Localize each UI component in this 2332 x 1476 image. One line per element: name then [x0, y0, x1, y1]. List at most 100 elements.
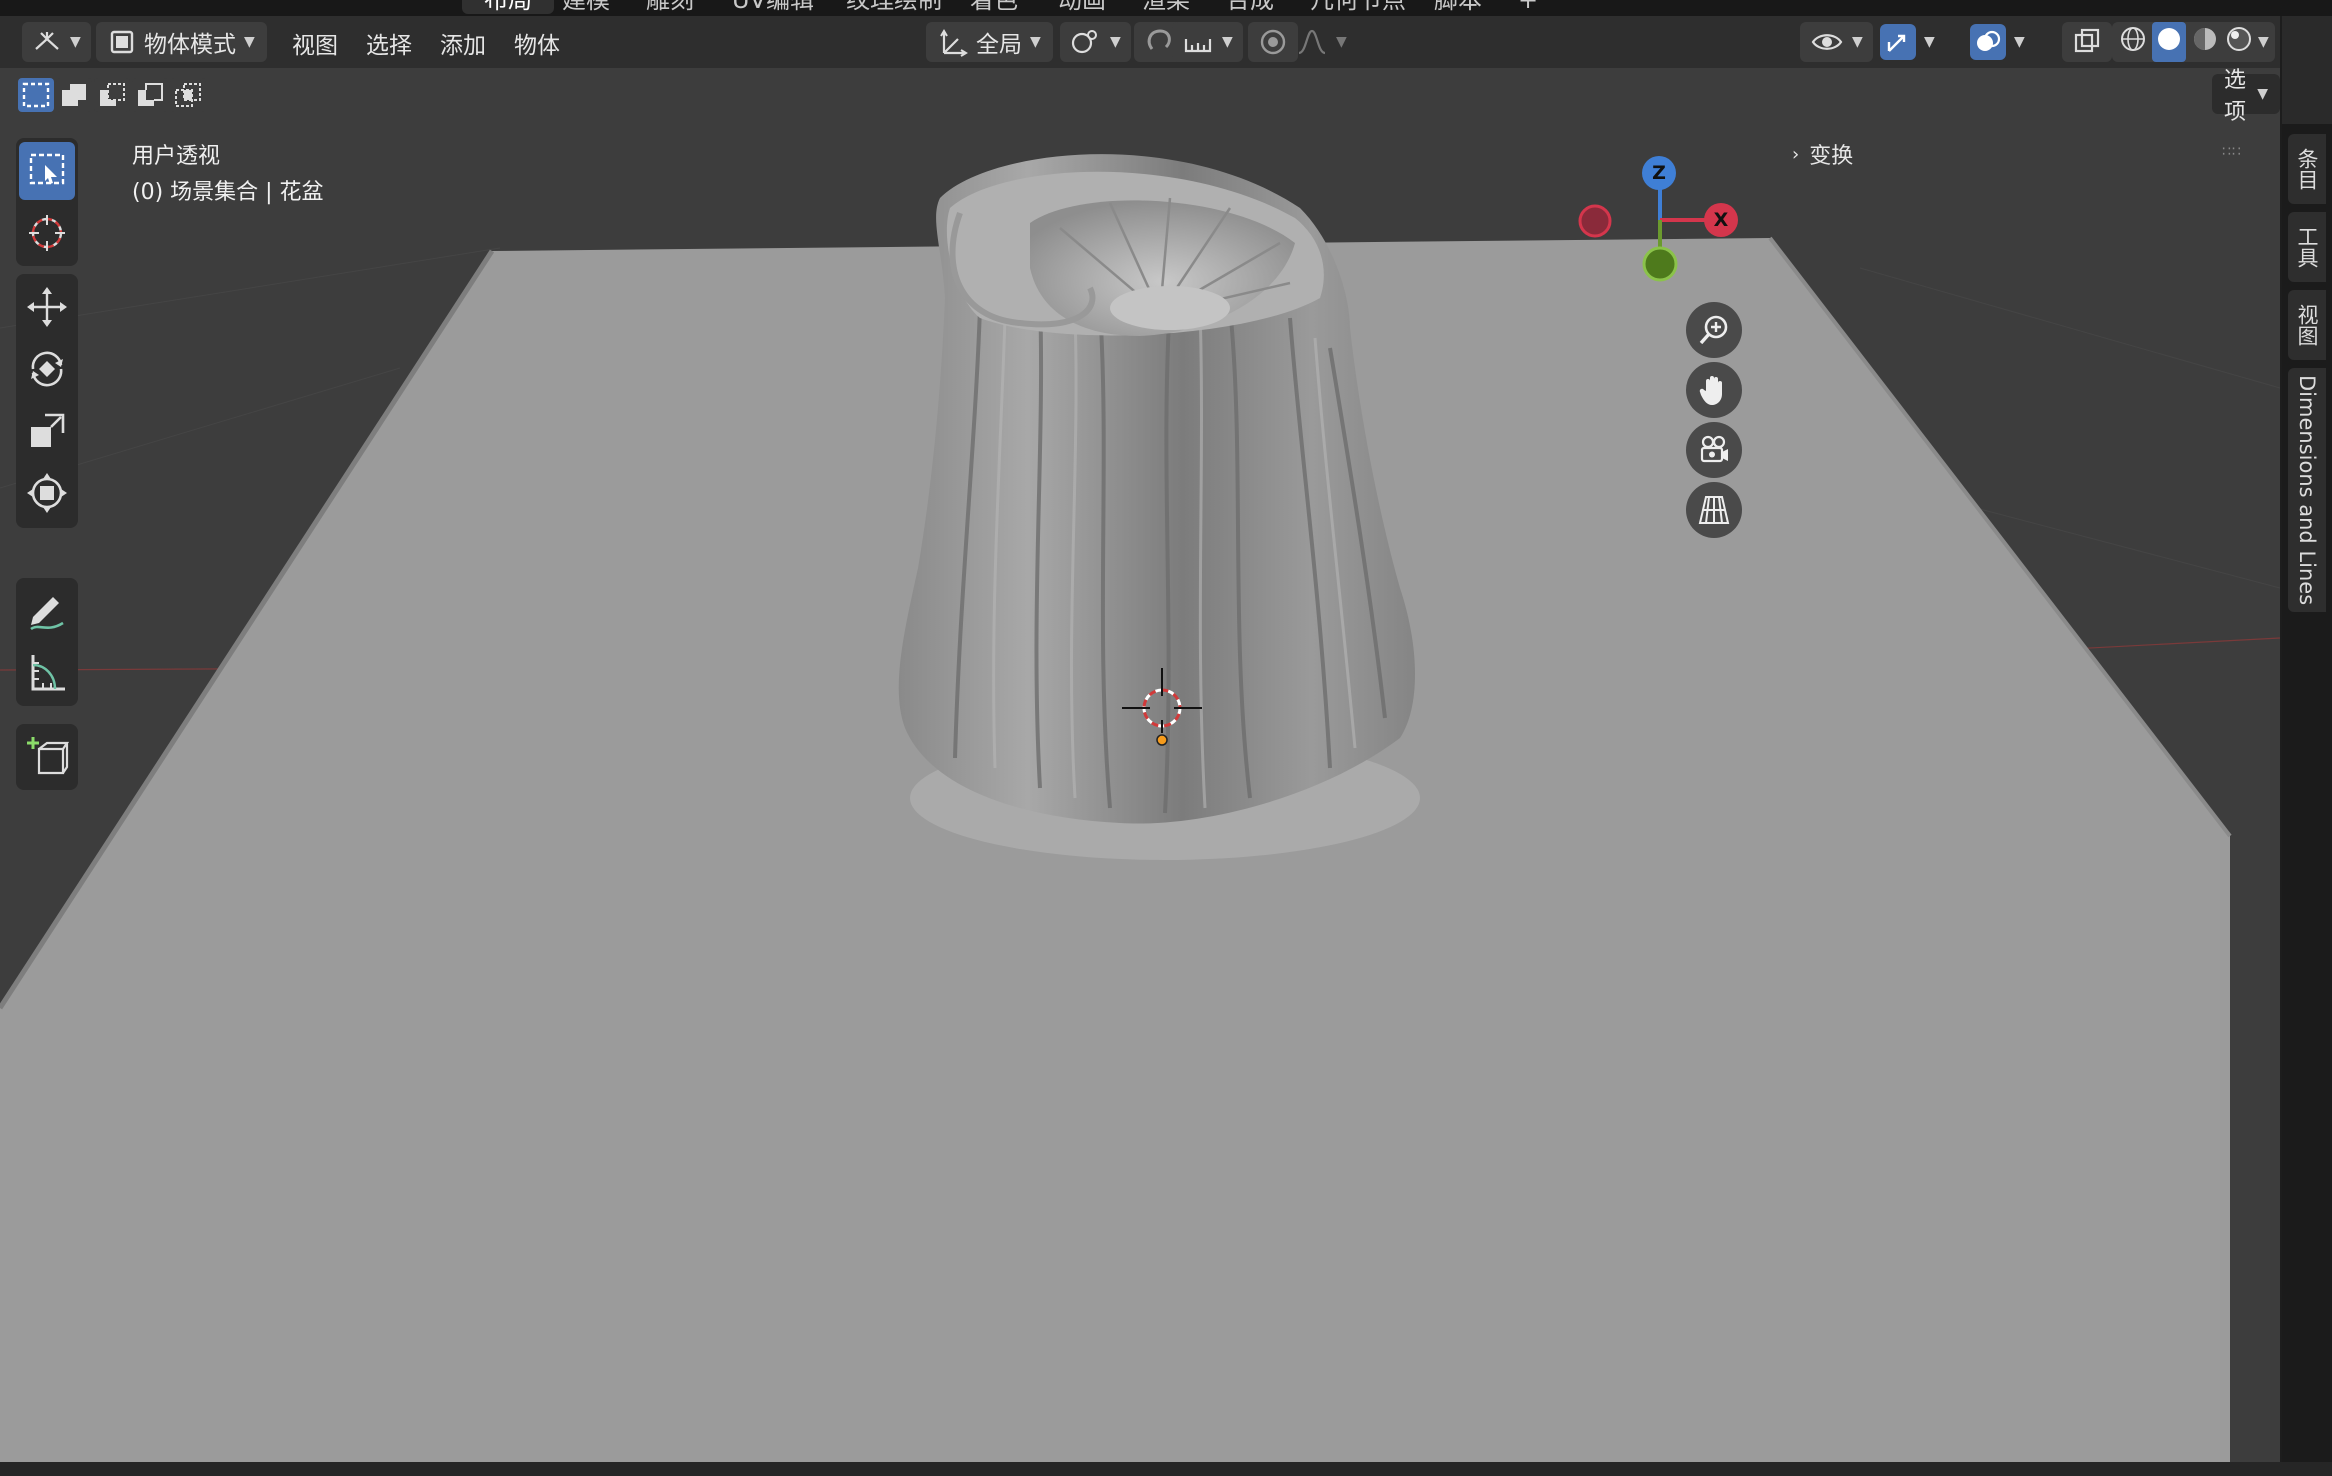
chevron-down-icon: ▼ [244, 34, 255, 50]
falloff-curve-icon [1298, 29, 1326, 55]
mode-dropdown[interactable]: 物体模式 ▼ [96, 22, 267, 62]
tab-animation[interactable]: 动画 [1036, 0, 1128, 14]
tool-rotate[interactable] [19, 340, 75, 398]
tab-rendering[interactable]: 渲染 [1120, 0, 1212, 14]
tool-measure[interactable] [19, 644, 75, 702]
workspace-tabs: 布局 建模 雕刻 UV编辑 纹理绘制 着色 动画 渲染 合成 几何节点 脚本 + [0, 0, 2332, 16]
tool-add-cube[interactable] [19, 728, 75, 786]
xray-toggle[interactable] [2062, 22, 2112, 62]
tool-scale[interactable] [19, 402, 75, 460]
tab-texture-paint[interactable]: 纹理绘制 [824, 0, 964, 14]
snap-target-dropdown[interactable]: ▼ [1172, 22, 1243, 62]
chevron-down-icon: ▼ [2014, 34, 2025, 50]
tab-geometry-nodes[interactable]: 几何节点 [1288, 0, 1428, 14]
zoom-button[interactable] [1686, 302, 1742, 358]
tab-sculpting[interactable]: 雕刻 [624, 0, 716, 14]
gizmo-x-axis[interactable]: X [1704, 203, 1738, 237]
drag-handle-icon[interactable]: ∷∷ [2222, 144, 2242, 160]
viewport-header: ▼ 物体模式 ▼ 视图 选择 添加 物体 全局 ▼ ▼ ▼ ▼ ▼ ▼ ▼ ▼ [0, 16, 2280, 68]
orientation-dropdown[interactable]: 全局 ▼ [926, 22, 1053, 62]
transform-orientation-icon [940, 29, 968, 57]
falloff-dropdown[interactable]: ▼ [1290, 22, 1353, 62]
chevron-down-icon: ▼ [1336, 34, 1347, 50]
tool-transform[interactable] [19, 464, 75, 522]
material-shading-icon[interactable] [2190, 24, 2220, 60]
select-intersect-icon [175, 83, 201, 107]
editor-type-button[interactable]: ▼ [22, 22, 91, 62]
transform-panel-header[interactable]: › 变换 [1792, 138, 1853, 170]
select-box-icon [22, 82, 50, 108]
select-new-mode[interactable] [18, 78, 54, 112]
toolbar-annotate-group [16, 578, 78, 706]
tab-modeling[interactable]: 建模 [540, 0, 632, 14]
select-intersect-mode[interactable] [170, 78, 206, 112]
gizmo-z-axis[interactable]: Z [1642, 156, 1676, 190]
pivot-dropdown[interactable]: ▼ [1060, 22, 1131, 62]
zoom-icon [1699, 315, 1728, 345]
overlays-icon [1970, 24, 2006, 60]
menu-view[interactable]: 视图 [292, 26, 338, 60]
visibility-dropdown[interactable]: ▼ [1800, 22, 1873, 62]
chevron-down-icon: ▼ [1852, 34, 1863, 50]
chevron-down-icon: ▼ [1222, 34, 1233, 50]
scene-render [0, 154, 2280, 1462]
menu-select[interactable]: 选择 [366, 26, 412, 60]
select-subtract-mode[interactable] [94, 78, 130, 112]
overlays-toggle[interactable]: ▼ [1970, 22, 2025, 62]
gizmo-toggle[interactable]: ▼ [1880, 22, 1935, 62]
camera-view-button[interactable] [1686, 422, 1742, 478]
chevron-down-icon[interactable]: ▼ [2258, 34, 2269, 50]
select-box-icon [29, 153, 65, 185]
shading-mode-group: ▼ [2112, 22, 2275, 62]
orientation-label: 全局 [976, 32, 1022, 58]
tool-move[interactable] [19, 278, 75, 336]
wireframe-shading-icon[interactable] [2118, 24, 2148, 60]
solid-shading-icon[interactable] [2152, 22, 2186, 62]
transform-label: 变换 [1809, 144, 1854, 169]
tab-uv-editing[interactable]: UV编辑 [710, 0, 836, 14]
measure-icon [31, 655, 65, 691]
chevron-down-icon: ▼ [2257, 86, 2268, 102]
tool-select-box[interactable] [19, 142, 75, 200]
ortho-toggle-button[interactable] [1686, 482, 1742, 538]
toolbar-transform-group [16, 274, 78, 528]
add-workspace-button[interactable]: + [1496, 0, 1560, 14]
object-mode-icon [110, 30, 134, 54]
window-edge [2282, 16, 2332, 124]
toolbar-select-group [16, 138, 78, 266]
xray-icon [2074, 28, 2100, 53]
pan-button[interactable] [1686, 362, 1742, 418]
chevron-down-icon: ▼ [1030, 34, 1041, 50]
select-extend-mode[interactable] [56, 78, 92, 112]
editor-type-icon [35, 32, 59, 50]
add-cube-icon [27, 737, 69, 775]
tab-dimensions-and-lines[interactable]: Dimensions and Lines [2288, 368, 2326, 612]
select-invert-mode[interactable] [132, 78, 168, 112]
tab-compositing[interactable]: 合成 [1204, 0, 1296, 14]
tab-shading[interactable]: 着色 [948, 0, 1040, 14]
pivot-icon [1071, 30, 1097, 54]
select-invert-icon [138, 83, 163, 106]
tab-tool[interactable]: 工具 [2288, 212, 2326, 282]
menu-add[interactable]: 添加 [440, 26, 486, 60]
sidebar-tabs: 条目 工具 视图 Dimensions and Lines [2282, 124, 2332, 1464]
chevron-down-icon: ▼ [1924, 34, 1935, 50]
menu-object[interactable]: 物体 [514, 26, 560, 60]
options-dropdown[interactable]: 选项 ▼ [2212, 68, 2280, 125]
scale-icon [31, 413, 65, 447]
3d-viewport[interactable]: Z X 选项 ▼ 用户透视 (0) 场景集合 | 花盆 › 变换 ∷∷ [0, 68, 2280, 1462]
transform-icon [27, 473, 67, 513]
tool-cursor[interactable] [19, 204, 75, 262]
mode-label: 物体模式 [144, 32, 236, 58]
chevron-down-icon: ▼ [1110, 34, 1121, 50]
tab-item[interactable]: 条目 [2288, 134, 2326, 204]
tool-annotate[interactable] [19, 582, 75, 640]
rendered-shading-icon[interactable] [2224, 24, 2254, 60]
options-label: 选项 [2224, 68, 2247, 125]
tab-view[interactable]: 视图 [2288, 290, 2326, 360]
eye-icon [1811, 34, 1843, 50]
tab-scripting[interactable]: 脚本 [1412, 0, 1504, 14]
gizmo-icon [1880, 24, 1916, 60]
camera-icon [1700, 435, 1728, 463]
select-extend-icon [62, 84, 86, 106]
